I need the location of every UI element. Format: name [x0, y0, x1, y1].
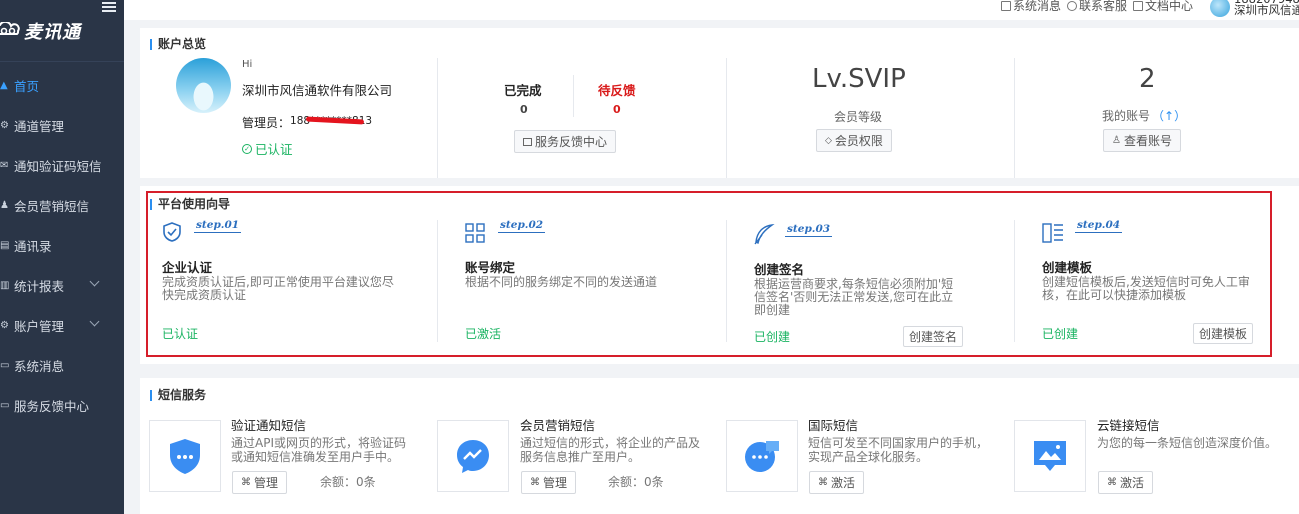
chevron-down-icon	[89, 276, 100, 287]
brand-name: 麦讯通	[24, 21, 81, 43]
divider	[437, 58, 438, 178]
sms-card-activate-button[interactable]: ⌘ 激活	[1098, 471, 1154, 494]
sidebar-item-home[interactable]: ▲ 首页	[0, 65, 124, 105]
sms-services-panel: 短信服务 验证通知短信 通过API或网页的形式，将验证码或通知短信准确发至用户手…	[140, 378, 1299, 514]
done-label: 已完成	[504, 83, 542, 98]
sms-card-title: 会员营销短信	[520, 418, 596, 433]
cloud-logo-icon	[0, 22, 20, 35]
feedback-center-button[interactable]: 服务反馈中心	[514, 130, 617, 153]
channel-icon: ⚙	[0, 119, 9, 131]
sms-card-desc: 短信可发至不同国家用户的手机，实现产品全球化服务。	[808, 436, 989, 464]
accounts-arrow[interactable]: （↑）	[1152, 107, 1186, 124]
document-icon	[1132, 0, 1143, 11]
member-rights-button[interactable]: ◇ 会员权限	[816, 129, 892, 152]
section-title: 短信服务	[150, 389, 206, 401]
user-icon: ♙	[1112, 135, 1121, 146]
headset-icon	[1066, 0, 1077, 11]
sms-card-balance: 余额：0条	[320, 475, 376, 489]
sidebar-item-feedback[interactable]: ▭ 服务反馈中心	[0, 385, 124, 425]
user-company: 深圳市风信通	[1234, 3, 1299, 17]
chart-icon: ▥	[0, 279, 10, 291]
guide-highlight-box	[146, 191, 1272, 357]
sms-card-activate-button[interactable]: ⌘ 激活	[809, 471, 865, 494]
docs-link[interactable]: 文档中心	[1132, 0, 1193, 14]
shield-chat-icon	[170, 439, 200, 474]
globe-chat-icon	[745, 441, 779, 472]
divider	[1014, 58, 1015, 178]
company-name: 深圳市风信通软件有限公司	[242, 83, 393, 98]
messenger-icon	[457, 440, 489, 473]
pending-count: 0	[613, 103, 621, 116]
sidebar-item-reports[interactable]: ▥ 统计报表	[0, 265, 124, 305]
logo[interactable]: 麦讯通	[0, 0, 124, 62]
account-count: 2	[1139, 64, 1156, 94]
topbar: 系统消息 联系客服 文档中心 188207948深圳市风信通	[124, 0, 1299, 20]
message-icon: ▭	[0, 359, 10, 371]
diamond-icon: ◇	[825, 135, 832, 146]
sidebar-item-channels[interactable]: ⚙ 通道管理	[0, 105, 124, 145]
sidebar-menu: ▲ 首页 ⚙ 通道管理 ✉ 通知验证码短信 ♟ 会员营销短信 ▤ 通讯录 ▥ 统计报表 ⚙ 账…	[0, 65, 124, 425]
sms-card-manage-button[interactable]: ⌘ 管理	[232, 471, 288, 494]
section-title: 账户总览	[150, 38, 206, 50]
view-accounts-button[interactable]: ♙ 查看账号	[1103, 129, 1181, 152]
message-icon	[1000, 0, 1011, 11]
pending-label: 待反馈	[598, 83, 636, 98]
sms-card-title: 云链接短信	[1097, 418, 1160, 433]
sidebar: 麦讯通 ▲ 首页 ⚙ 通道管理 ✉ 通知验证码短信 ♟ 会员营销短信 ▤ 通讯录 ▥ 统计报…	[0, 0, 124, 514]
my-accounts-label: 我的账号 （↑）	[1102, 107, 1187, 124]
sms-card-balance: 余额：0条	[608, 475, 664, 489]
sidebar-item-marketing-sms[interactable]: ♟ 会员营销短信	[0, 185, 124, 225]
command-icon: ⌘	[241, 477, 251, 488]
sms-card-title: 验证通知短信	[231, 418, 307, 433]
sms-card-desc: 通过API或网页的形式，将验证码或通知短信准确发至用户手中。	[231, 436, 406, 464]
certified-status: ✓ 已认证	[242, 139, 293, 158]
mail-icon	[523, 137, 532, 146]
greeting: Hi	[242, 59, 253, 70]
check-circle-icon: ✓	[242, 143, 252, 154]
command-icon: ⌘	[530, 477, 540, 488]
sidebar-item-account[interactable]: ⚙ 账户管理	[0, 305, 124, 345]
contact-support-link[interactable]: 联系客服	[1066, 0, 1127, 14]
home-icon: ▲	[0, 79, 8, 91]
sms-card-icon	[149, 420, 221, 492]
sidebar-item-notify-sms[interactable]: ✉ 通知验证码短信	[0, 145, 124, 185]
command-icon: ⌘	[1107, 477, 1117, 488]
sidebar-item-contacts[interactable]: ▤ 通讯录	[0, 225, 124, 265]
sms-card-manage-button[interactable]: ⌘ 管理	[521, 471, 577, 494]
divider	[726, 58, 727, 178]
system-messages-link[interactable]: 系统消息	[1000, 0, 1061, 14]
sms-card-title: 国际短信	[808, 418, 859, 433]
sidebar-item-messages[interactable]: ▭ 系统消息	[0, 345, 124, 385]
sms-card-desc: 通过短信的形式，将企业的产品及服务信息推广至用户。	[520, 436, 701, 464]
sms-card-icon	[726, 420, 798, 492]
chevron-down-icon	[89, 316, 100, 327]
contacts-icon: ▤	[0, 239, 10, 251]
picture-icon	[1034, 441, 1066, 471]
command-icon: ⌘	[818, 477, 828, 488]
top-links: 系统消息 联系客服 文档中心	[1000, 0, 1193, 14]
avatar	[1210, 0, 1230, 17]
admin-row: 管理员： 188********813	[242, 114, 372, 131]
divider	[573, 75, 574, 117]
company-avatar	[176, 58, 231, 113]
member-level: Lv.SVIP	[812, 64, 906, 94]
done-count: 0	[520, 103, 528, 116]
feedback-icon: ▭	[0, 399, 10, 411]
account-overview-panel: 账户总览 Hi 深圳市风信通软件有限公司 管理员： 188********813…	[140, 28, 1299, 178]
user-menu[interactable]: 188207948深圳市风信通	[1210, 0, 1299, 17]
gear-icon: ⚙	[0, 319, 9, 331]
sms-card-desc: 为您的每一条短信创造深度价值。	[1097, 436, 1278, 450]
user-icon: ♟	[0, 199, 9, 211]
member-level-label: 会员等级	[834, 110, 883, 124]
sms-card-icon	[1014, 420, 1086, 492]
menu-toggle-icon[interactable]	[100, 0, 118, 14]
mail-icon: ✉	[0, 159, 9, 171]
sms-card-icon	[437, 420, 509, 492]
